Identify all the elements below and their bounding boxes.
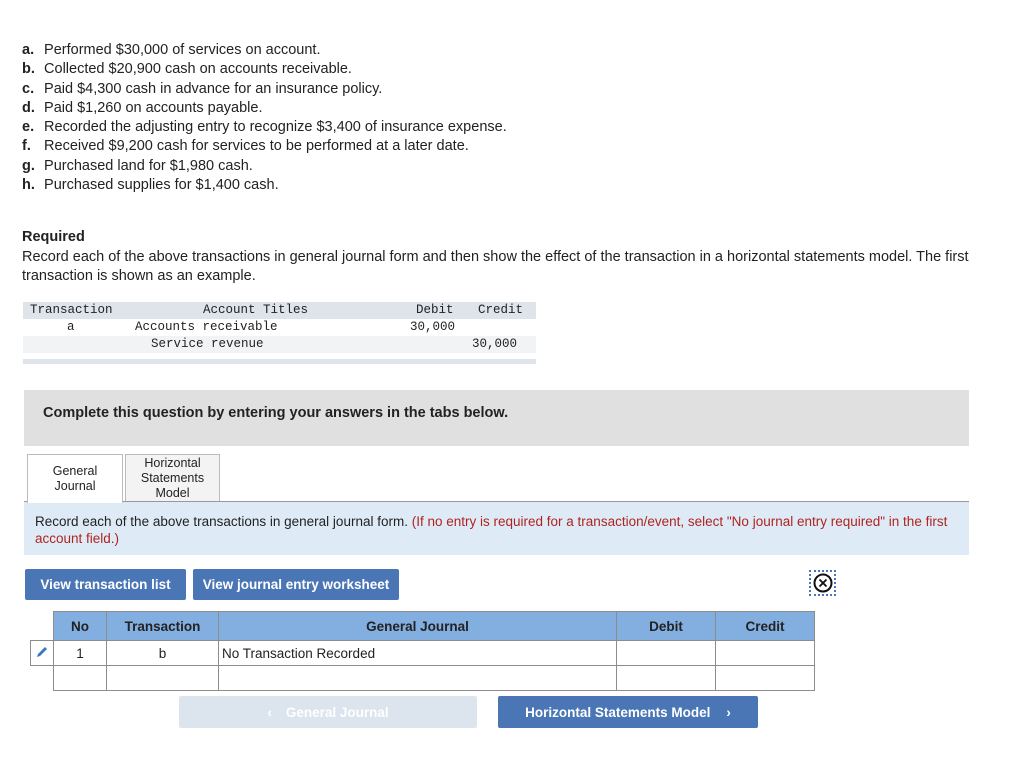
example-footer (23, 359, 536, 364)
close-circle-icon (813, 573, 832, 593)
example-row: Service revenue 30,000 (23, 336, 536, 353)
next-tab-button[interactable]: Horizontal Statements Model › (498, 696, 758, 728)
required-title: Required (22, 229, 85, 245)
chevron-right-icon: › (726, 704, 731, 720)
tab-general-journal[interactable]: General Journal (27, 454, 123, 503)
transaction-item: e. Recorded the adjusting entry to recog… (22, 119, 507, 136)
col-credit: Credit (478, 303, 524, 317)
header-debit: Debit (616, 611, 716, 641)
example-row: a Accounts receivable 30,000 (67, 320, 456, 334)
header-credit: Credit (715, 611, 815, 641)
transaction-item: h. Purchased supplies for $1,400 cash. (22, 177, 279, 194)
header-general-journal: General Journal (218, 611, 617, 641)
transaction-item: a. Performed $30,000 of services on acco… (22, 42, 321, 58)
col-account-titles: Account Titles (203, 303, 309, 317)
tab-instructions: Record each of the above transactions in… (24, 502, 969, 555)
required-text: Record each of the above transactions in… (22, 249, 969, 284)
transaction-item: c. Paid $4,300 cash in advance for an in… (22, 80, 383, 97)
pencil-icon (37, 646, 47, 657)
table-row: 1 b No Transaction Recorded (30, 640, 815, 666)
transaction-item: b. Collected $20,900 cash on accounts re… (22, 61, 352, 78)
col-debit: Debit (416, 303, 454, 317)
col-transaction: Transaction (30, 303, 113, 317)
prev-tab-button[interactable]: ‹ General Journal (179, 696, 477, 728)
instructions-banner: Complete this question by entering your … (24, 390, 969, 446)
view-journal-entry-worksheet-button[interactable]: View journal entry worksheet (193, 569, 399, 600)
example-table: Transaction Account Titles Debit Credit … (23, 302, 536, 364)
chevron-left-icon: ‹ (267, 704, 272, 720)
tab-horizontal-statements-model[interactable]: Horizontal Statements Model (125, 454, 220, 501)
table-row (30, 665, 815, 691)
transaction-list: a. Performed $30,000 of services on acco… (22, 41, 507, 195)
view-transaction-list-button[interactable]: View transaction list (25, 569, 186, 600)
example-header: Transaction Account Titles Debit Credit (23, 302, 536, 319)
edit-button[interactable] (30, 640, 54, 666)
transaction-item: g. Purchased land for $1,980 cash. (22, 157, 253, 174)
header-no: No (53, 611, 107, 641)
close-button[interactable] (809, 570, 836, 596)
header-transaction: Transaction (106, 611, 219, 641)
transaction-item: d. Paid $1,260 on accounts payable. (22, 99, 263, 116)
general-journal-table: No Transaction General Journal Debit Cre… (30, 611, 815, 691)
transaction-item: f. Received $9,200 cash for services to … (22, 138, 469, 155)
